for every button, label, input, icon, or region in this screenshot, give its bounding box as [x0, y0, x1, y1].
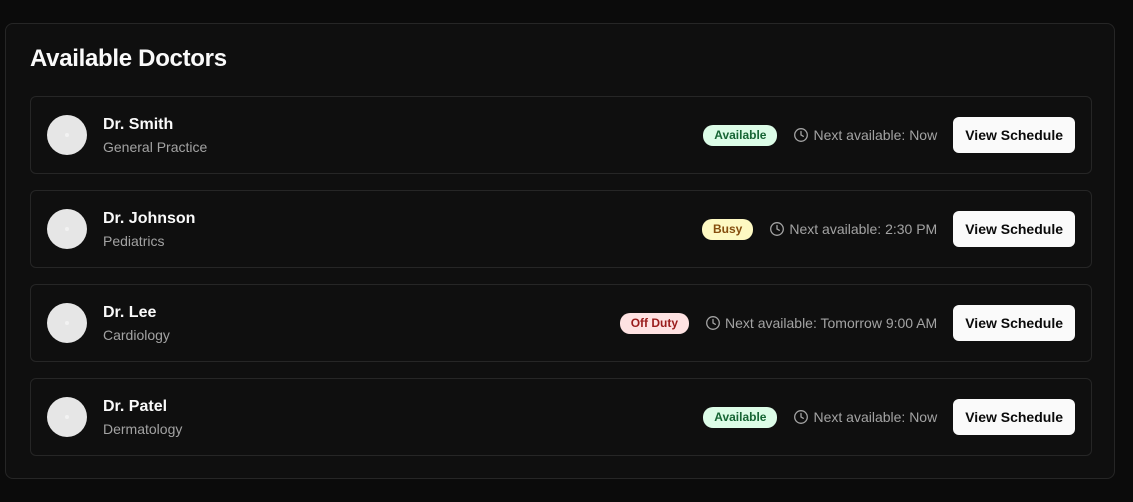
next-available-text: Next available: Tomorrow 9:00 AM — [725, 315, 938, 331]
clock-icon — [706, 316, 720, 330]
status-badge: Available — [703, 124, 778, 146]
avatar — [47, 209, 87, 249]
view-schedule-button[interactable]: View Schedule — [953, 305, 1075, 341]
doctor-info: Dr. Johnson Pediatrics — [103, 209, 195, 250]
doctor-status-area: Available Next available: Now View Sched… — [703, 399, 1075, 435]
clock-icon — [794, 410, 809, 424]
doctor-row: Dr. Smith General Practice Available Nex… — [30, 96, 1092, 174]
doctor-specialty: Pediatrics — [103, 232, 165, 249]
next-available-text: Next available: 2:30 PM — [789, 221, 938, 237]
doctor-status-area: Available Next available: Now View Sched… — [703, 117, 1075, 153]
avatar — [47, 397, 87, 437]
doctor-info: Dr. Patel Dermatology — [103, 397, 182, 438]
doctor-specialty: Cardiology — [103, 326, 170, 343]
doctor-name: Dr. Johnson — [103, 209, 196, 227]
doctor-name: Dr. Lee — [103, 303, 157, 321]
doctor-name: Dr. Patel — [103, 397, 168, 415]
page-title: Available Doctors — [30, 45, 227, 72]
doctor-row: Dr. Lee Cardiology Off Duty Next availab… — [30, 284, 1092, 362]
doctor-row: Dr. Patel Dermatology Available Next ava… — [30, 378, 1092, 456]
avatar — [47, 303, 87, 343]
avatar — [47, 115, 87, 155]
view-schedule-button[interactable]: View Schedule — [953, 399, 1075, 435]
status-badge: Off Duty — [619, 312, 690, 334]
status-badge: Busy — [702, 218, 754, 240]
doctors-card: Available Doctors Dr. Smith General Prac… — [5, 23, 1115, 479]
doctor-list: Dr. Smith General Practice Available Nex… — [30, 96, 1092, 472]
next-available: Next available: Now — [793, 127, 937, 143]
doctor-status-area: Off Duty Next available: Tomorrow 9:00 A… — [619, 305, 1075, 341]
doctor-row: Dr. Johnson Pediatrics Busy Next availab… — [30, 190, 1092, 268]
doctor-specialty: General Practice — [103, 138, 208, 155]
next-available-text: Next available: Now — [813, 127, 938, 143]
doctor-name: Dr. Smith — [103, 115, 174, 133]
doctor-info: Dr. Smith General Practice — [103, 115, 207, 156]
next-available: Next available: Now — [793, 409, 937, 425]
clock-icon — [794, 128, 809, 142]
doctor-specialty: Dermatology — [103, 420, 183, 437]
doctor-status-area: Busy Next available: 2:30 PM View Schedu… — [702, 211, 1075, 247]
doctor-info: Dr. Lee Cardiology — [103, 303, 170, 344]
next-available: Next available: Tomorrow 9:00 AM — [705, 315, 937, 331]
next-available: Next available: 2:30 PM — [769, 221, 937, 237]
status-badge: Available — [703, 406, 778, 428]
view-schedule-button[interactable]: View Schedule — [953, 117, 1075, 153]
next-available-text: Next available: Now — [813, 409, 938, 425]
view-schedule-button[interactable]: View Schedule — [953, 211, 1075, 247]
clock-icon — [770, 222, 785, 236]
